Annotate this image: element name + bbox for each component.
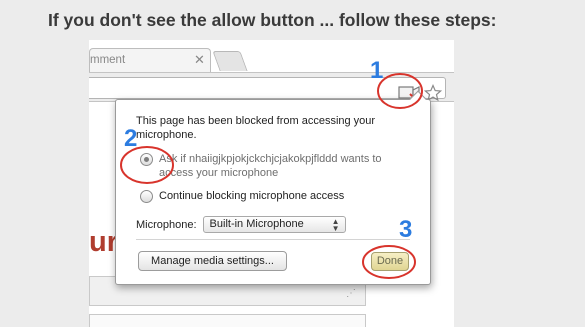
ask-radio[interactable] [140,153,153,166]
microphone-selected-value: Built-in Microphone [209,218,304,230]
browser-toolbar [89,72,454,102]
block-option[interactable]: Continue blocking microphone access [140,189,399,203]
tab-strip: mment ✕ [89,40,454,73]
blocked-message: This page has been blocked from accessin… [136,115,376,141]
instructions-heading: If you don't see the allow button ... fo… [48,10,497,30]
address-bar[interactable] [89,77,446,102]
page-box [89,314,366,327]
tab-close-icon[interactable]: ✕ [194,52,205,68]
manage-media-settings-button[interactable]: Manage media settings... [138,251,287,271]
media-permission-popup: This page has been blocked from accessin… [115,90,431,285]
ask-option-label[interactable]: Ask if nhaiigjkpjokjckchjcjakokpjflddd w… [159,152,389,180]
done-button[interactable]: Done [371,252,409,271]
microphone-select[interactable]: Built-in Microphone ▲ ▼ [202,216,346,233]
tab-title: mment [90,54,126,66]
microphone-row: Microphone: Built-in Microphone ▲ ▼ [136,216,346,233]
step-number-3: 3 [399,216,413,243]
browser-tab[interactable]: mment ✕ [89,48,211,73]
step-number-1: 1 [370,57,384,84]
block-option-label[interactable]: Continue blocking microphone access [159,189,399,203]
ask-option[interactable]: Ask if nhaiigjkpjokjckchjcjakokpjflddd w… [140,152,389,180]
resize-grip-icon[interactable]: ⋰ [346,288,356,299]
select-arrows-icon: ▲ ▼ [331,217,340,233]
divider [136,239,410,240]
block-radio[interactable] [140,190,153,203]
step-number-2: 2 [124,125,138,152]
new-tab-button[interactable] [212,51,248,71]
microphone-label: Microphone: [136,218,197,231]
